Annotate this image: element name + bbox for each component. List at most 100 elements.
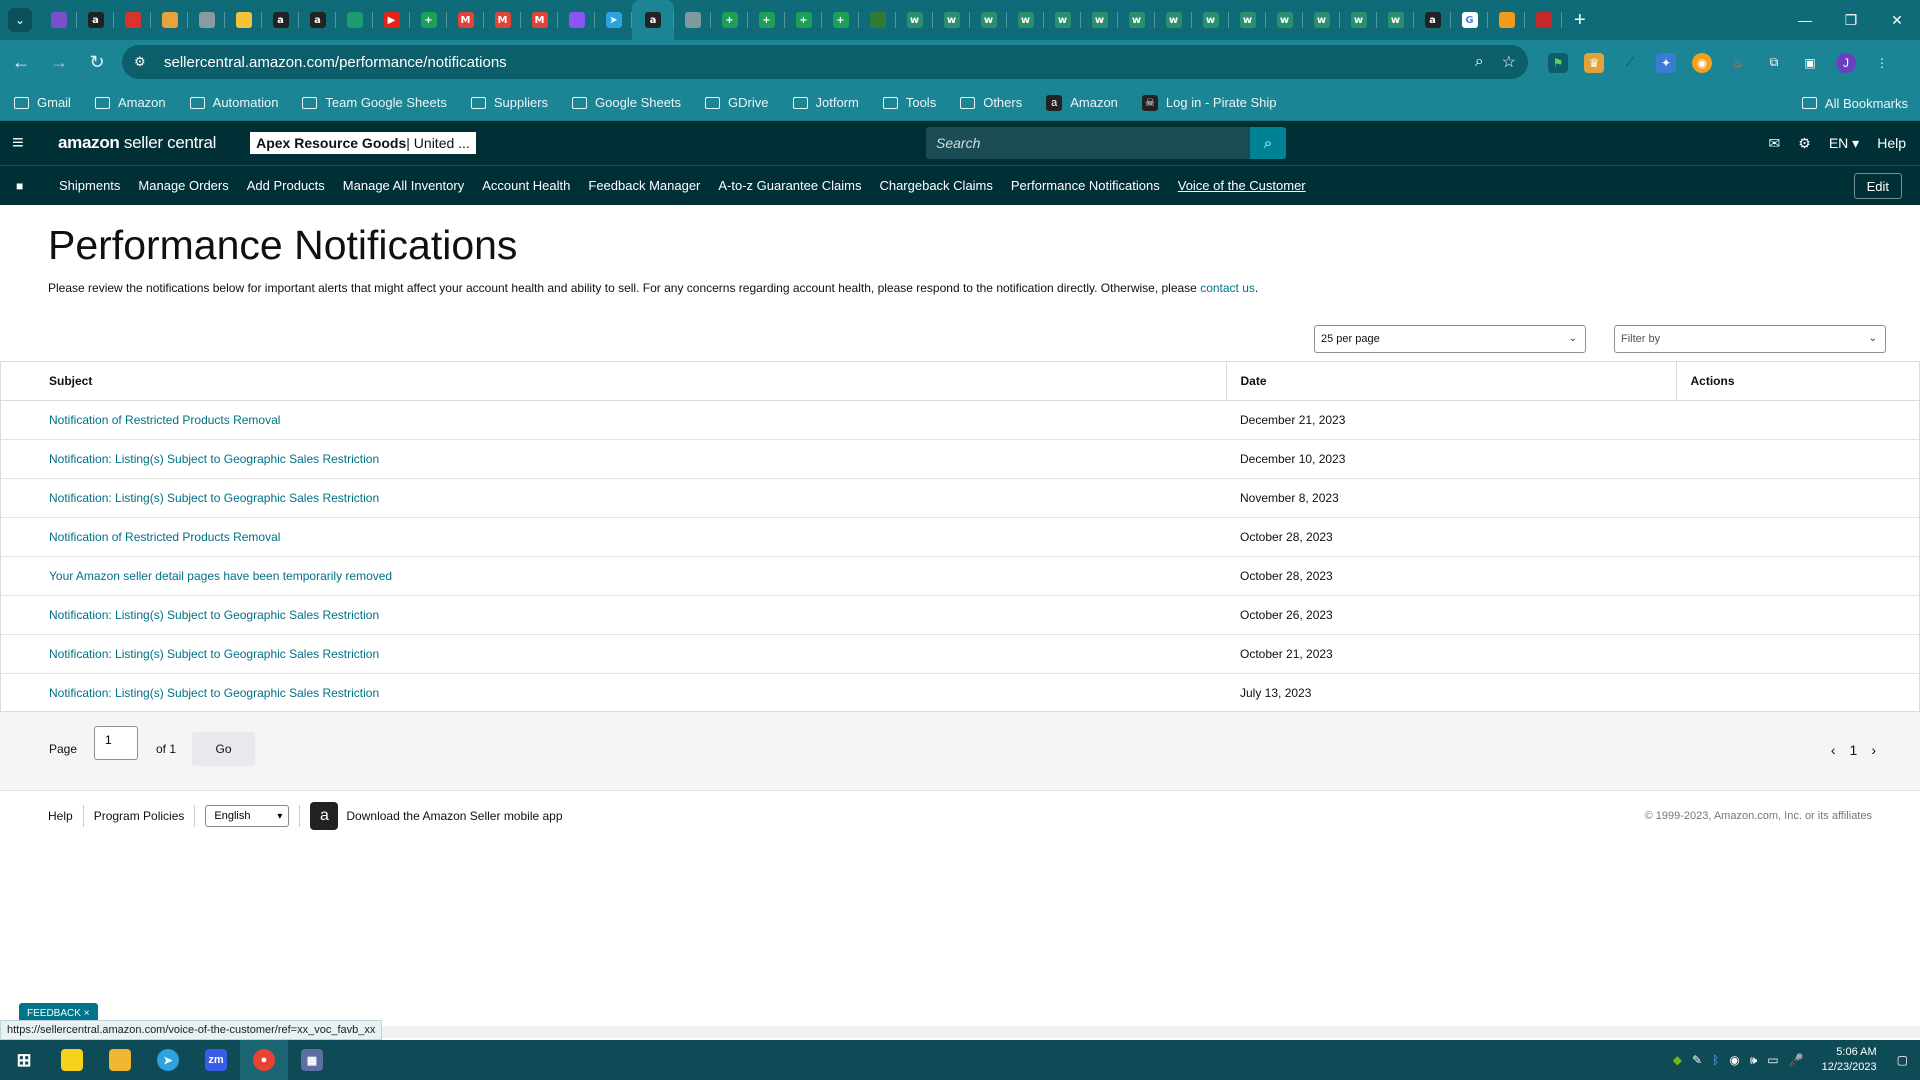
hamburger-menu-icon[interactable]: ≡: [12, 132, 32, 155]
nav-link[interactable]: Manage All Inventory: [343, 178, 464, 193]
browser-tab[interactable]: [558, 0, 595, 40]
edit-button[interactable]: Edit: [1853, 173, 1902, 199]
browser-tab[interactable]: w: [1007, 0, 1044, 40]
notification-subject-link[interactable]: Notification: Listing(s) Subject to Geog…: [0, 439, 1226, 479]
minimize-icon[interactable]: —: [1782, 0, 1828, 40]
download-app-link[interactable]: Download the Amazon Seller mobile app: [346, 809, 562, 823]
contact-us-link[interactable]: contact us: [1200, 281, 1255, 295]
all-bookmarks[interactable]: All Bookmarks: [1801, 85, 1908, 121]
extension-icon[interactable]: ◉: [1692, 52, 1712, 73]
profile-avatar[interactable]: J: [1836, 52, 1856, 73]
zoom-icon[interactable]: zm: [192, 1040, 240, 1080]
telegram-icon[interactable]: ➤: [144, 1040, 192, 1080]
browser-tab[interactable]: a: [262, 0, 299, 40]
microphone-icon[interactable]: 🎤: [1789, 1053, 1804, 1067]
bookmark-item[interactable]: Others: [960, 95, 1022, 110]
browser-tab[interactable]: w: [1192, 0, 1229, 40]
restore-icon[interactable]: ❐: [1828, 0, 1874, 40]
bluetooth-icon[interactable]: ᛒ: [1712, 1053, 1719, 1067]
site-info-icon[interactable]: ⚙: [134, 54, 154, 70]
zoom-search-icon[interactable]: ⌕: [1475, 53, 1484, 71]
browser-tab[interactable]: +: [822, 0, 859, 40]
seller-central-logo[interactable]: amazon seller central: [58, 133, 216, 153]
nav-link[interactable]: A-to-z Guarantee Claims: [718, 178, 861, 193]
forward-icon[interactable]: →: [42, 46, 76, 80]
program-policies-link[interactable]: Program Policies: [94, 809, 185, 823]
nav-link[interactable]: Manage Orders: [138, 178, 228, 193]
page-number-input[interactable]: 1: [94, 726, 138, 760]
extension-icon[interactable]: ♛: [1584, 52, 1604, 73]
notifications-icon[interactable]: ▢: [1897, 1053, 1908, 1067]
gear-icon[interactable]: ⚙: [1798, 135, 1811, 152]
browser-tab[interactable]: M: [484, 0, 521, 40]
amazon-seller-app-icon[interactable]: a: [310, 802, 339, 830]
bookmark-item[interactable]: Amazon: [94, 95, 166, 110]
browser-tab[interactable]: w: [970, 0, 1007, 40]
nav-link[interactable]: Chargeback Claims: [879, 178, 992, 193]
extension-icon[interactable]: ⚑: [1548, 52, 1568, 73]
browser-tab[interactable]: [859, 0, 896, 40]
extension-icon[interactable]: ♨: [1728, 53, 1748, 73]
nav-link[interactable]: Account Health: [482, 178, 570, 193]
bookmark-item[interactable]: Google Sheets: [572, 95, 681, 110]
calculator-icon[interactable]: ▦: [288, 1040, 336, 1080]
browser-tab[interactable]: a: [632, 0, 674, 40]
footer-help-link[interactable]: Help: [48, 809, 73, 823]
mail-icon[interactable]: ✉: [1769, 135, 1781, 152]
extension-icon[interactable]: ⟋: [1620, 53, 1640, 73]
language-selector[interactable]: EN ▾: [1829, 135, 1859, 152]
browser-tab[interactable]: [225, 0, 262, 40]
nav-link[interactable]: Feedback Manager: [588, 178, 700, 193]
bookmark-item[interactable]: Gmail: [14, 95, 71, 110]
reload-icon[interactable]: ↻: [80, 46, 114, 80]
search-input[interactable]: Search: [926, 127, 1250, 159]
browser-tab[interactable]: w: [1155, 0, 1192, 40]
browser-tab[interactable]: [336, 0, 373, 40]
browser-tab[interactable]: G: [1451, 0, 1488, 40]
browser-tab[interactable]: M: [447, 0, 484, 40]
back-icon[interactable]: ←: [4, 46, 38, 80]
browser-tab[interactable]: M: [521, 0, 558, 40]
bookmark-item[interactable]: Automation: [189, 95, 278, 110]
nav-link[interactable]: Performance Notifications: [1011, 178, 1160, 193]
browser-tab[interactable]: w: [1340, 0, 1377, 40]
bookmark-item[interactable]: Tools: [882, 95, 936, 110]
browser-tab[interactable]: +: [711, 0, 748, 40]
browser-tab[interactable]: ▶: [373, 0, 410, 40]
chevron-left-icon[interactable]: ‹: [1831, 742, 1836, 758]
bookmark-item[interactable]: Jotform: [792, 95, 859, 110]
tab-search-icon[interactable]: ⌄: [8, 8, 32, 32]
browser-tab[interactable]: w: [896, 0, 933, 40]
side-panel-icon[interactable]: ▣: [1800, 53, 1820, 73]
browser-tab[interactable]: w: [933, 0, 970, 40]
search-icon[interactable]: ⌕: [1250, 127, 1286, 159]
subject-header[interactable]: Subject: [0, 361, 1226, 401]
address-bar[interactable]: ⚙ sellercentral.amazon.com/performance/n…: [122, 45, 1528, 79]
per-page-select[interactable]: 25 per page ⌄: [1314, 325, 1586, 353]
close-window-icon[interactable]: ✕: [1874, 0, 1920, 40]
file-explorer-icon[interactable]: [96, 1040, 144, 1080]
current-page[interactable]: 1: [1850, 742, 1858, 758]
extension-icon[interactable]: ✦: [1656, 52, 1676, 73]
notification-subject-link[interactable]: Notification: Listing(s) Subject to Geog…: [0, 673, 1226, 713]
date-header[interactable]: Date: [1225, 361, 1676, 401]
store-selector[interactable]: Apex Resource Goods | United ...: [250, 132, 476, 154]
browser-tab[interactable]: +: [785, 0, 822, 40]
volume-icon[interactable]: 🕪: [1750, 1053, 1758, 1068]
bookmark-star-icon[interactable]: ☆: [1502, 52, 1516, 72]
browser-tab[interactable]: w: [1044, 0, 1081, 40]
notification-subject-link[interactable]: Notification of Restricted Products Remo…: [0, 517, 1226, 557]
windows-start-icon[interactable]: ⊞: [0, 1040, 48, 1080]
browser-tab[interactable]: +: [410, 0, 447, 40]
go-button[interactable]: Go: [192, 732, 255, 766]
footer-language-select[interactable]: English ▾: [205, 805, 290, 827]
notification-subject-link[interactable]: Notification: Listing(s) Subject to Geog…: [0, 478, 1226, 518]
bookmark-item[interactable]: GDrive: [705, 95, 769, 110]
browser-tab[interactable]: w: [1377, 0, 1414, 40]
nvidia-icon[interactable]: ◆: [1673, 1053, 1682, 1067]
sticky-notes-icon[interactable]: [48, 1040, 96, 1080]
notification-subject-link[interactable]: Notification: Listing(s) Subject to Geog…: [0, 595, 1226, 635]
pen-icon[interactable]: ✎: [1692, 1053, 1702, 1067]
filter-select[interactable]: Filter by ⌄: [1614, 325, 1886, 353]
nav-link[interactable]: Voice of the Customer: [1178, 178, 1306, 193]
